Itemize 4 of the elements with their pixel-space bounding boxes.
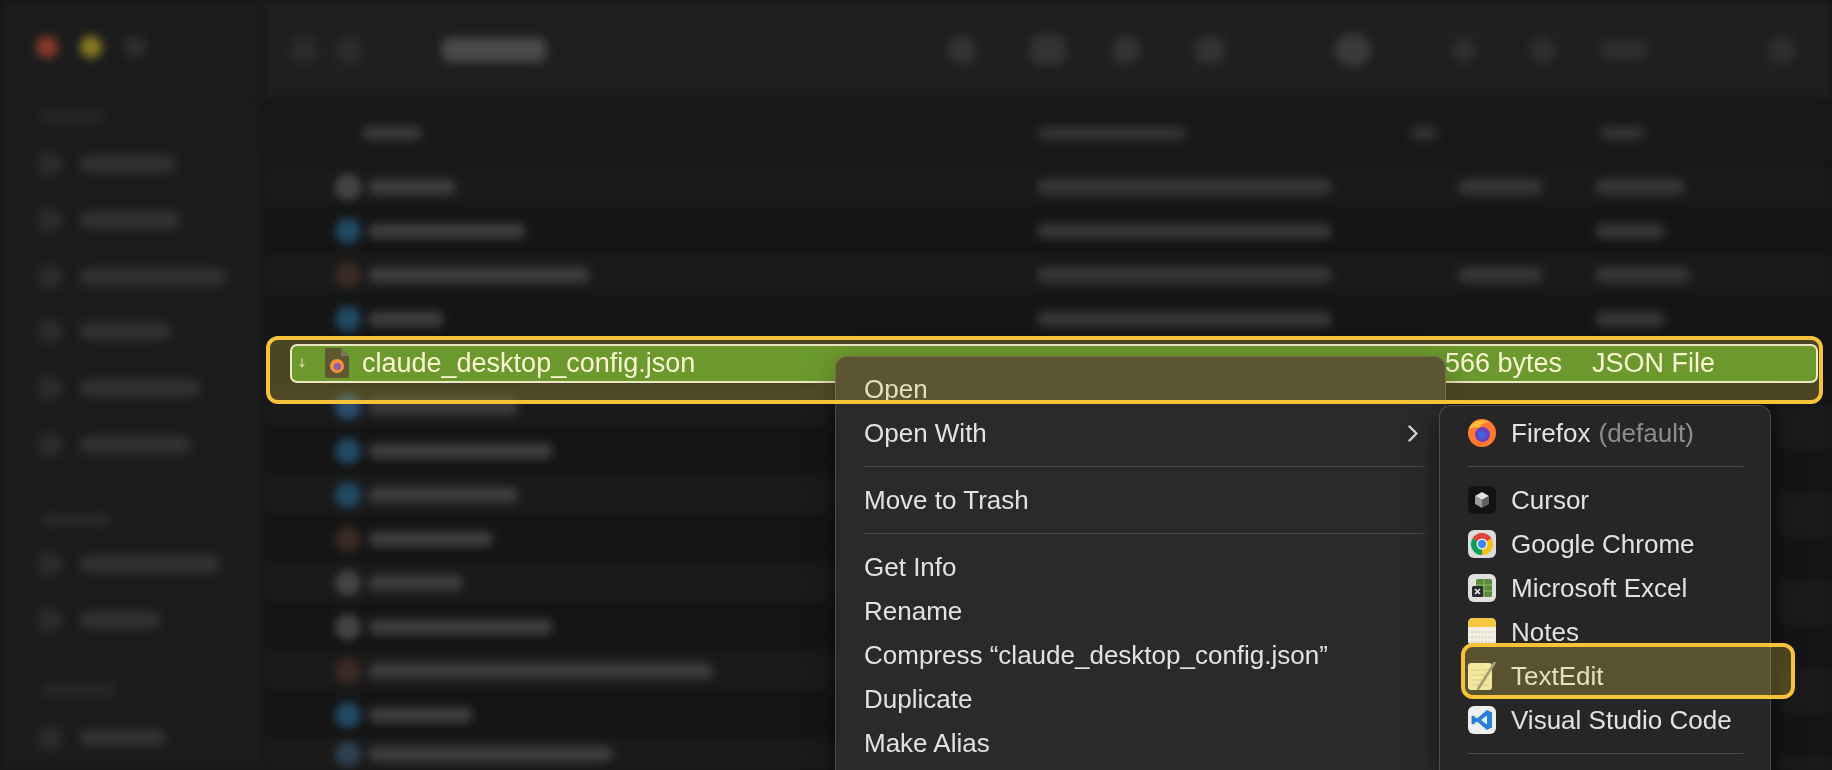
file-type: JSON File [1592, 347, 1716, 379]
default-label: (default) [1598, 417, 1694, 448]
file-name: claude_desktop_config.json [362, 347, 696, 379]
file-size: 566 bytes [1445, 347, 1563, 379]
